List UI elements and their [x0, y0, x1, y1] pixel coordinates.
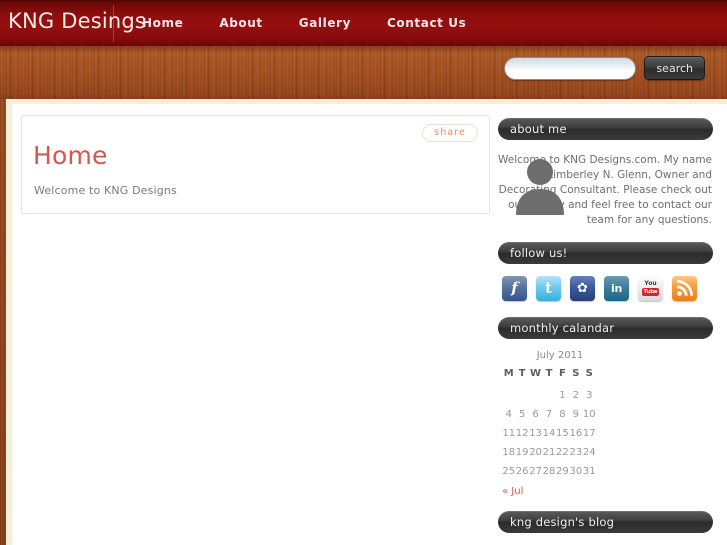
calendar-day: 22	[556, 447, 569, 458]
twitter-icon[interactable]: t	[536, 276, 561, 301]
calendar-prev-month-link[interactable]: « Jul	[502, 486, 602, 497]
nav-item-contact-us[interactable]: Contact Us	[369, 0, 484, 46]
calendar-day: 17	[582, 428, 596, 439]
calendar-day: 29	[556, 466, 569, 477]
calendar-day: 5	[518, 409, 526, 420]
widget-blog: kng design's blog KNG Designs - Welcome	[498, 511, 727, 545]
top-cream-border	[6, 99, 727, 104]
calendar-week-row: 1 2 3	[502, 386, 596, 405]
youtube-top-text: You	[644, 280, 657, 287]
calendar-week-row: 4 5 6 7 8 9 10	[502, 405, 596, 424]
page-body-text: Welcome to KNG Designs	[34, 184, 177, 197]
calendar-caption: July 2011	[536, 350, 584, 361]
calendar-day: 18	[502, 447, 516, 458]
calendar-day: 16	[569, 428, 583, 439]
calendar-weekday: W	[530, 368, 542, 379]
facebook-icon[interactable]: f	[502, 276, 527, 301]
calendar-day: 15	[556, 428, 569, 439]
social-icons-row: f t ✿ in You Tube	[498, 276, 727, 301]
nav-item-home[interactable]: Home	[124, 0, 201, 46]
sidebar: about me Welcome to KNG Designs.com. My …	[498, 118, 727, 545]
calendar-day: 14	[542, 428, 556, 439]
calendar-day: 1	[559, 390, 566, 401]
calendar-container: July 2011 M T W T F S S 1 2 3 4 5 6 7 8 …	[502, 350, 602, 497]
calendar-day: 30	[569, 466, 583, 477]
calendar-day	[542, 386, 555, 405]
search-area: search	[504, 56, 705, 80]
calendar-day: 20	[529, 447, 542, 458]
calendar-day: 10	[582, 409, 596, 420]
calendar-weekday: T	[518, 368, 526, 379]
calendar-day: 25	[502, 466, 516, 477]
calendar-week-row: 25 26 27 28 29 30 31	[502, 462, 596, 481]
calendar-day: 26	[515, 466, 529, 477]
calendar-day: 24	[582, 447, 596, 458]
youtube-icon[interactable]: You Tube	[638, 276, 663, 301]
widget-header-about-me: about me	[498, 118, 713, 140]
calendar-day: 21	[542, 447, 556, 458]
youtube-bottom-text: Tube	[641, 288, 660, 296]
widget-monthly-calendar: monthly calandar July 2011 M T W T F S S	[498, 317, 727, 497]
calendar-day: 31	[582, 466, 596, 477]
calendar-weekday: M	[503, 368, 514, 379]
calendar-day: 9	[572, 409, 579, 420]
calendar-weekday: S	[572, 368, 580, 379]
calendar-weekday: F	[558, 368, 566, 379]
calendar-table: M T W T F S S 1 2 3 4 5 6 7 8 9 10 11 12…	[502, 368, 596, 481]
main-content-panel: share Home Welcome to KNG Designs	[21, 115, 490, 214]
widget-follow-us: follow us! f t ✿ in You Tube	[498, 242, 727, 301]
about-me-body: Welcome to KNG Designs.com. My name is K…	[498, 153, 727, 228]
page-title: Home	[33, 141, 108, 170]
main-nav: Home About Gallery Contact Us	[124, 0, 484, 46]
calendar-day: 13	[529, 428, 542, 439]
calendar-day	[529, 386, 542, 405]
search-input[interactable]	[504, 56, 637, 80]
calendar-weekday: S	[585, 368, 593, 379]
calendar-day	[515, 386, 528, 405]
calendar-day: 28	[542, 466, 556, 477]
nav-item-about[interactable]: About	[201, 0, 280, 46]
share-button[interactable]: share	[422, 124, 478, 143]
search-button[interactable]: search	[644, 56, 705, 80]
calendar-day: 23	[569, 447, 583, 458]
calendar-day: 6	[532, 409, 539, 420]
calendar-weekday: T	[545, 368, 553, 379]
calendar-day: 27	[529, 466, 542, 477]
calendar-day: 11	[502, 428, 516, 439]
calendar-day: 3	[586, 390, 593, 401]
top-navigation-bar: KNG Desings Home About Gallery Contact U…	[0, 0, 727, 46]
calendar-day: 12	[515, 428, 529, 439]
linkedin-icon[interactable]: in	[604, 276, 629, 301]
calendar-day: 7	[545, 409, 553, 420]
calendar-weekday-row: M T W T F S S	[502, 368, 596, 386]
calendar-day: 8	[559, 409, 566, 420]
widget-header-blog: kng design's blog	[498, 511, 713, 533]
calendar-day: 4	[505, 409, 512, 420]
widget-header-monthly-calendar: monthly calandar	[498, 317, 713, 339]
nav-item-gallery[interactable]: Gallery	[281, 0, 369, 46]
rss-icon[interactable]	[672, 276, 697, 301]
user-silhouette-icon	[509, 153, 571, 215]
widget-header-follow-us: follow us!	[498, 242, 713, 264]
calendar-day	[502, 386, 515, 405]
calendar-day: 2	[572, 390, 579, 401]
myspace-icon[interactable]: ✿	[570, 276, 595, 301]
calendar-day: 19	[515, 447, 529, 458]
widget-about-me: about me Welcome to KNG Designs.com. My …	[498, 118, 727, 228]
calendar-week-row: 11 12 13 14 15 16 17	[502, 424, 596, 443]
calendar-week-row: 18 19 20 21 22 23 24	[502, 443, 596, 462]
nav-divider	[113, 5, 114, 42]
left-cream-border	[6, 99, 12, 545]
